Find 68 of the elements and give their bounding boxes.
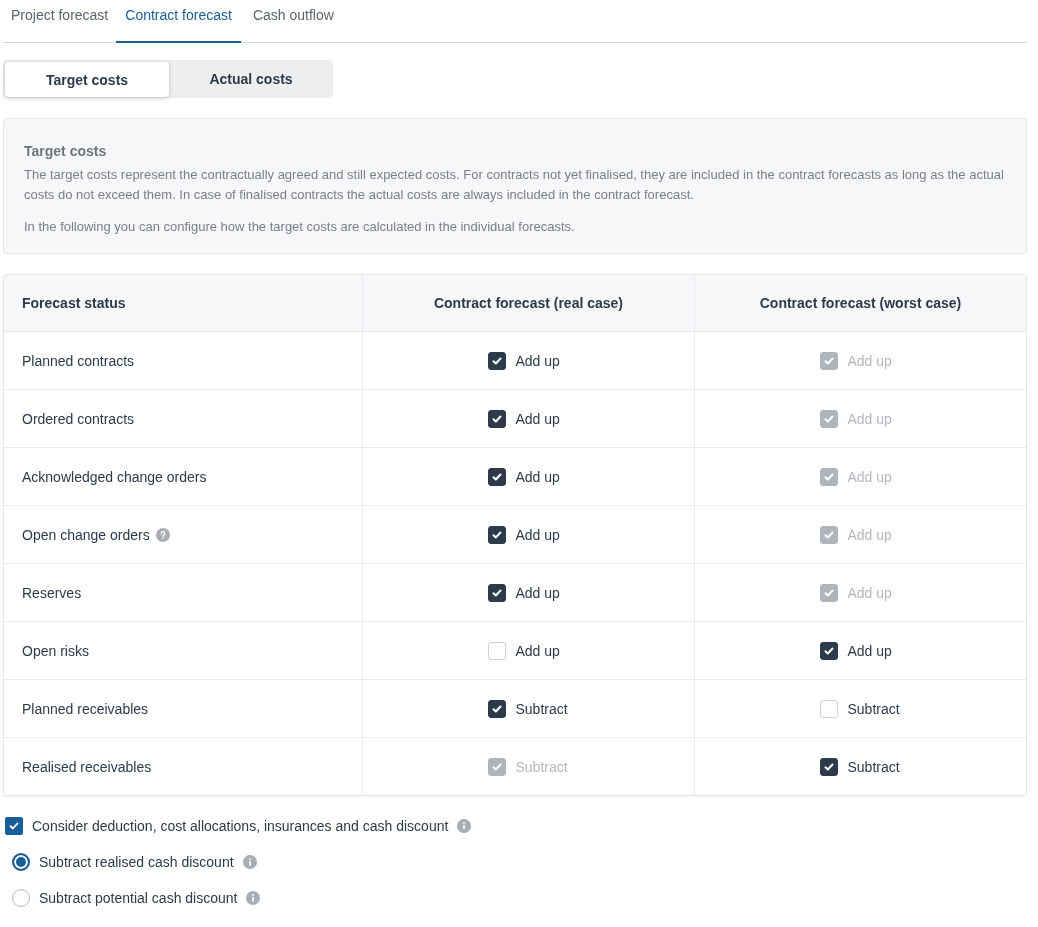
radio-button[interactable] [12,889,30,907]
info-paragraph: The target costs represent the contractually agreed and still expected costs. For contracts not yet finalised, they are included in the contract forecasts as long as the actual costs do not exceed them. In case of finalised contracts the actual costs are always included in the contract forecast. [24,166,1005,204]
row-label: Planned contracts [22,352,135,369]
info-icon [457,819,472,833]
checkmark-icon [490,528,503,541]
checkbox-label: Add up [515,410,560,427]
checkbox-label: Add up [847,410,892,427]
checkbox-label: Add up [515,526,560,543]
column-header: Forecast status [22,295,126,311]
checkbox-label: Subtract [515,700,568,717]
info-paragraph: In the following you can configure how the target costs are calculated in the individual forecasts. [24,218,576,236]
checkmark-icon [822,760,835,773]
checkbox-label: Add up [847,584,892,601]
tab[interactable]: Project forecast [3,0,117,43]
checkbox[interactable] [5,817,23,835]
checkbox-label: Add up [847,526,892,543]
column-header: Contract forecast (real case) [433,295,624,311]
checkbox-label: Add up [515,352,560,369]
row-label: Ordered contracts [22,410,135,427]
checkbox[interactable] [487,525,506,544]
checkbox-label: Subtract [515,758,568,775]
segment-button[interactable]: Target costs [5,62,169,97]
checkbox-label: Consider deduction, cost allocations, insurances and cash discount [32,818,449,834]
checkbox-label: Add up [847,468,892,485]
help-icon [155,527,170,542]
tab[interactable]: Contract forecast [116,0,241,43]
checkbox[interactable] [487,467,506,486]
row-label: Acknowledged change orders [22,468,207,485]
tab[interactable]: Cash outflow [244,0,342,43]
checkbox-label: Subtract [847,758,900,775]
checkmark-icon [822,354,835,367]
checkbox[interactable] [819,757,838,776]
checkbox[interactable] [487,583,506,602]
checkmark-icon [822,586,835,599]
info-title: Target costs [24,142,108,161]
checkbox-label: Add up [847,352,892,369]
checkmark-icon [490,586,503,599]
row-label: Reserves [22,584,82,601]
row-label: Realised receivables [22,758,152,775]
checkbox-label: Add up [515,584,560,601]
checkbox-label: Add up [847,642,892,659]
row-label: Open risks [22,642,89,659]
checkbox[interactable] [487,351,506,370]
radio-label: Subtract realised cash discount [39,854,234,870]
checkbox[interactable] [487,699,506,718]
segment-button[interactable]: Actual costs [169,60,333,98]
radio-label: Subtract potential cash discount [39,890,238,906]
checkmark-icon [822,412,835,425]
checkmark-icon [822,644,835,657]
row-label: Planned receivables [22,700,149,717]
info-icon [242,855,257,869]
checkbox-label: Add up [515,468,560,485]
checkmark-icon [490,470,503,483]
info-icon [246,891,261,905]
checkmark-icon [490,702,503,715]
checkmark-icon [822,528,835,541]
checkbox[interactable] [819,641,838,660]
checkbox[interactable] [487,409,506,428]
column-header: Contract forecast (worst case) [759,295,962,311]
checkmark-icon [8,820,20,832]
checkmark-icon [490,354,503,367]
row-label: Open change orders [22,526,150,543]
checkmark-icon [490,760,503,773]
checkmark-icon [822,470,835,483]
checkbox-label: Subtract [847,700,900,717]
checkmark-icon [490,412,503,425]
radio-button[interactable] [12,853,30,871]
checkbox-label: Add up [515,642,560,659]
